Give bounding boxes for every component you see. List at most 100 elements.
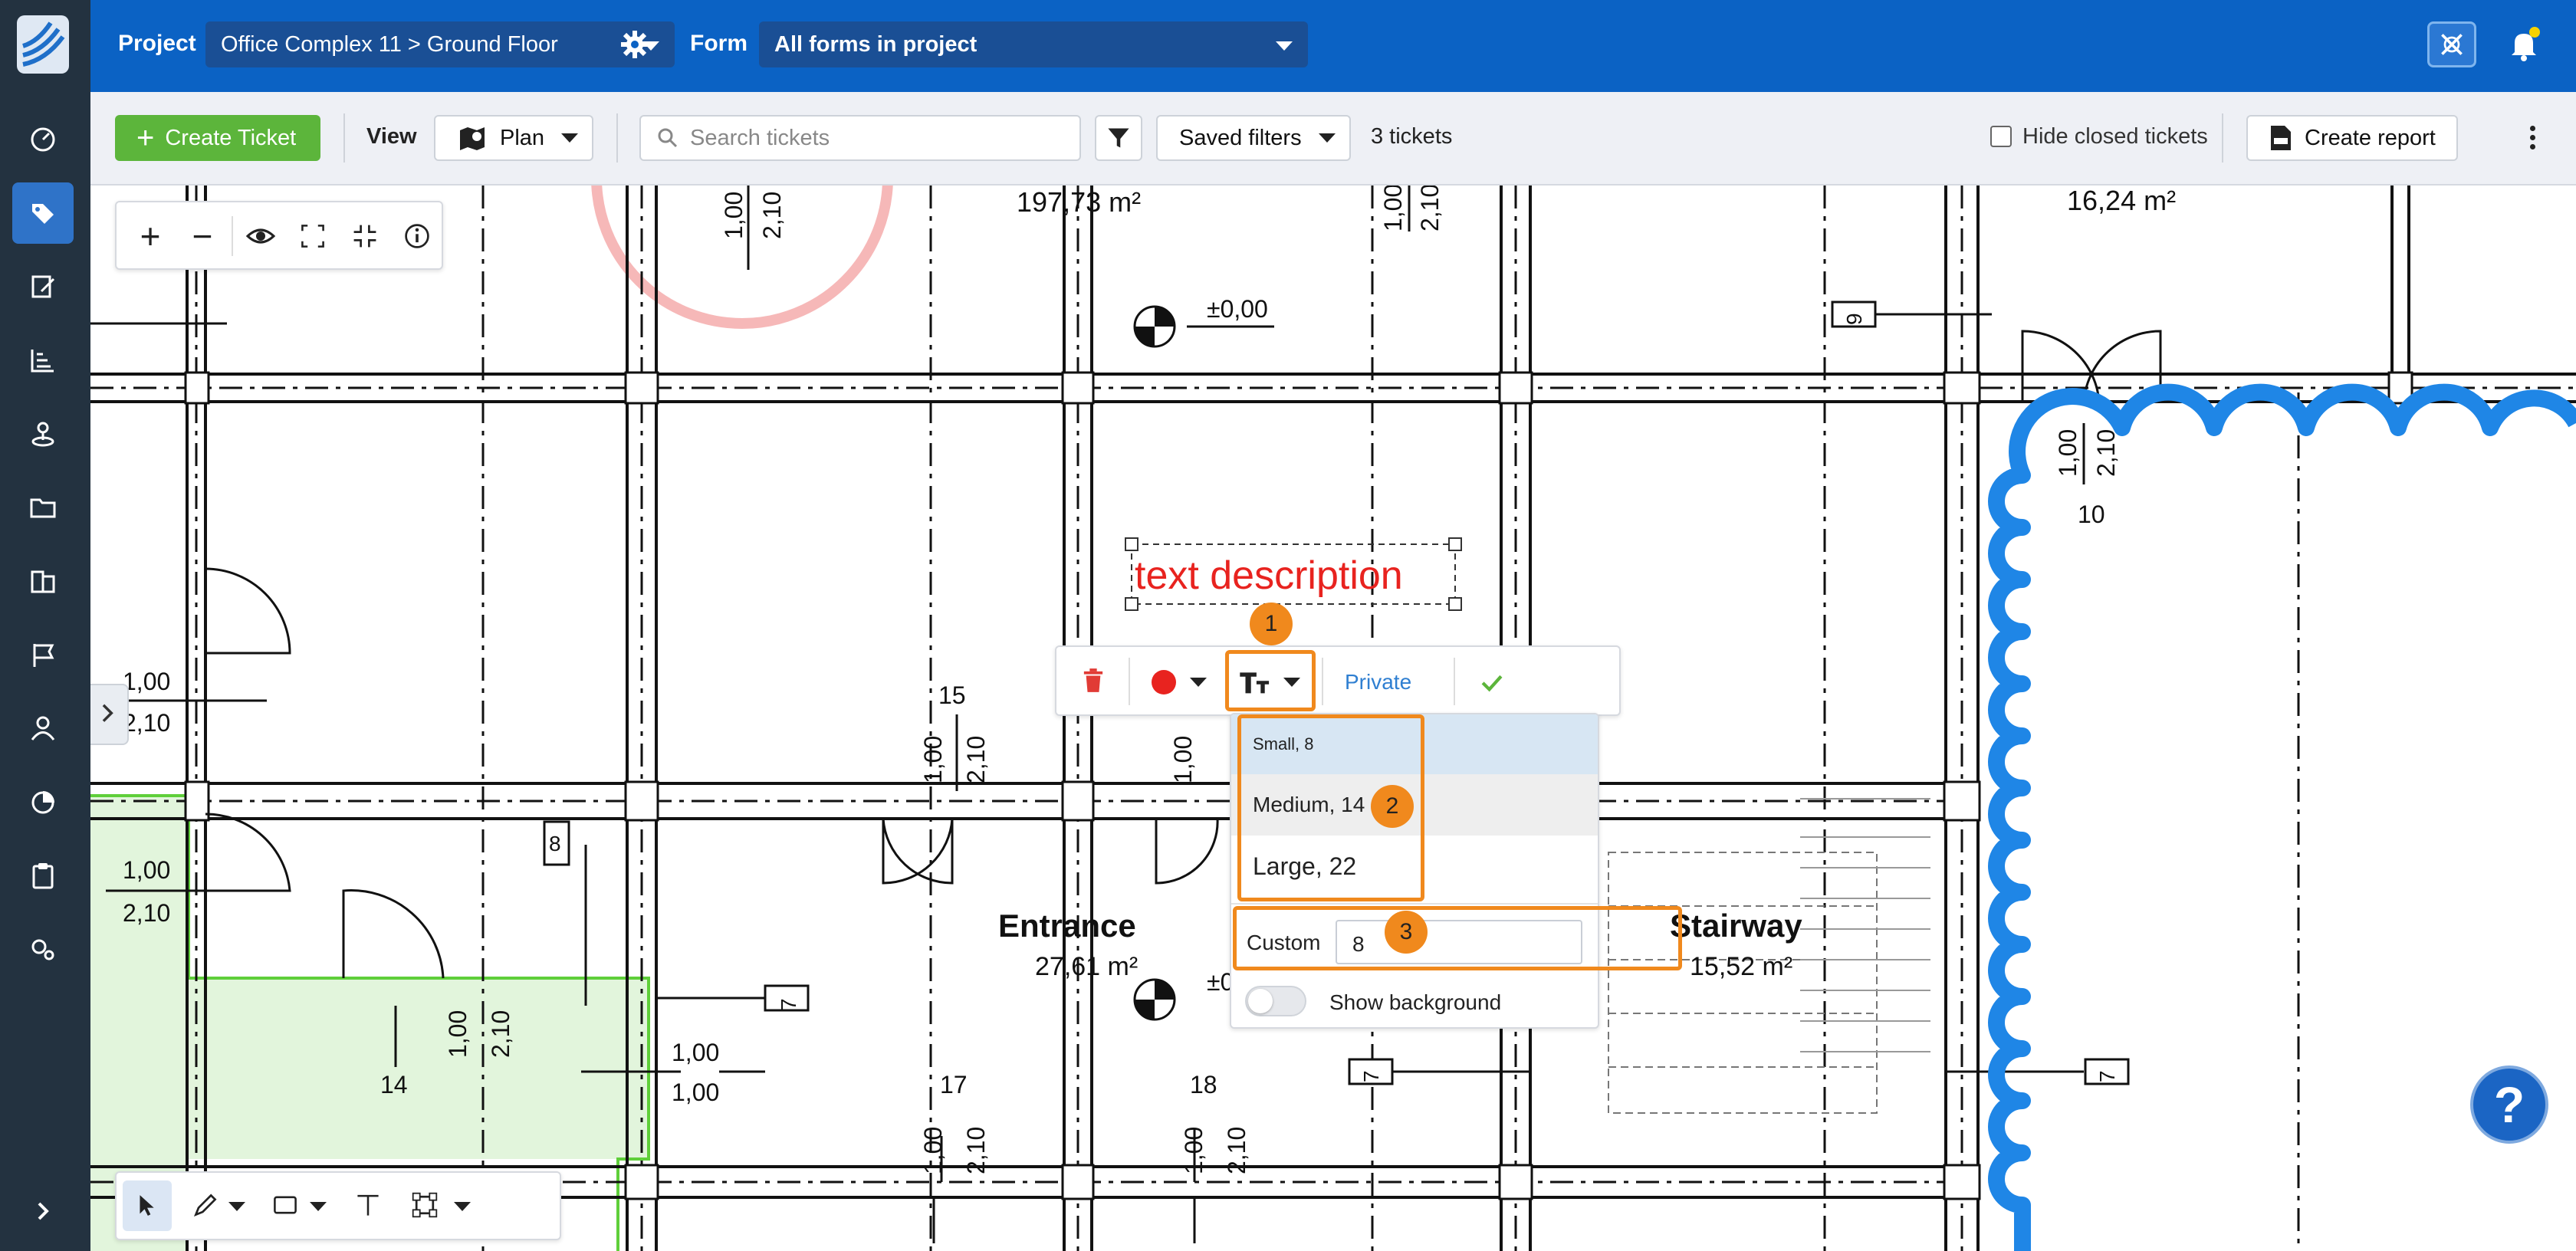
saved-filters-dropdown[interactable]: Saved filters — [1156, 115, 1351, 161]
fit-to-screen-icon[interactable] — [342, 213, 388, 259]
select-pointer-icon[interactable] — [123, 1180, 172, 1231]
notification-bell-icon[interactable] — [2505, 26, 2542, 63]
door-dim-height: 1,00 — [672, 1079, 719, 1106]
chevron-down-icon — [1190, 678, 1207, 687]
dashboard-icon[interactable] — [12, 109, 74, 170]
form-label: Form — [690, 31, 748, 56]
create-ticket-button[interactable]: + Create Ticket — [115, 115, 320, 161]
door-tag-7: 7 — [2095, 1070, 2119, 1082]
zoom-out-icon[interactable]: − — [179, 213, 225, 259]
callout-badge-1: 1 — [1250, 603, 1293, 645]
text-annotation[interactable]: text description — [1135, 553, 1403, 598]
analytics-pie-icon[interactable] — [12, 771, 74, 832]
door-dim-height: 2,10 — [1416, 186, 1444, 231]
fullscreen-icon[interactable] — [290, 213, 336, 259]
rectangle-shape-icon[interactable] — [262, 1182, 308, 1228]
door-dim-width: 1,00 — [720, 192, 748, 239]
confirm-check-icon[interactable] — [1469, 659, 1515, 705]
search-input[interactable]: Search tickets — [639, 115, 1081, 161]
door-dim-width: 1,00 — [1379, 186, 1407, 231]
app-logo-icon[interactable] — [15, 14, 71, 75]
tickets-tag-icon[interactable] — [12, 182, 74, 244]
room-area-entrance: 27,61 m² — [1035, 952, 1138, 981]
flag-icon[interactable] — [12, 624, 74, 685]
integration-icon[interactable] — [2427, 21, 2476, 67]
clipboard-icon[interactable] — [12, 845, 74, 906]
privacy-toggle[interactable]: Private — [1345, 670, 1411, 694]
location-pin-icon[interactable] — [12, 403, 74, 465]
chevron-down-icon — [1276, 41, 1293, 51]
transform-tool-icon[interactable] — [402, 1182, 448, 1228]
search-icon — [658, 128, 678, 148]
text-tool-icon[interactable] — [345, 1182, 391, 1228]
forms-edit-icon[interactable] — [12, 256, 74, 317]
filter-button[interactable] — [1095, 115, 1142, 161]
user-icon[interactable] — [12, 698, 74, 759]
create-report-button[interactable]: Create report — [2246, 115, 2458, 161]
search-placeholder: Search tickets — [690, 125, 830, 150]
level-label: ±0,00 — [1207, 295, 1268, 323]
room-number-10: 10 — [2078, 501, 2105, 528]
door-dim-height: 2,10 — [1223, 1127, 1250, 1174]
door-dim-width: 1,00 — [444, 1010, 472, 1058]
project-selector-value: Office Complex 11 > Ground Floor — [221, 31, 558, 57]
door-dim-height: 2,10 — [962, 1127, 990, 1174]
room-number-14: 14 — [380, 1071, 408, 1098]
chevron-down-icon[interactable] — [228, 1202, 245, 1211]
room-name-entrance: Entrance — [998, 908, 1136, 944]
area-label-top-right: 16,24 m² — [2067, 186, 2176, 216]
door-tag-7: 7 — [777, 998, 800, 1010]
buildings-icon[interactable] — [12, 550, 74, 612]
door-tag-7: 7 — [1359, 1070, 1383, 1082]
help-button[interactable]: ? — [2470, 1065, 2548, 1144]
chevron-down-icon[interactable] — [454, 1202, 471, 1211]
door-dim-height: 2,10 — [487, 1010, 514, 1058]
door-dim-width: 1,00 — [123, 856, 170, 884]
visibility-eye-icon[interactable] — [238, 213, 284, 259]
pen-draw-icon[interactable] — [182, 1182, 228, 1228]
door-dim-width: 1,00 — [919, 1127, 947, 1174]
view-controls-panel: + − — [115, 201, 443, 270]
header-bar: Project Office Complex 11 > Ground Floor… — [90, 0, 2576, 92]
map-icon — [460, 127, 485, 150]
project-selector[interactable]: Office Complex 11 > Ground Floor — [205, 21, 675, 67]
reports-chart-icon[interactable] — [12, 330, 74, 391]
area-label-top-left: 197,73 m² — [1017, 186, 1141, 218]
callout-badge-2: 2 — [1371, 785, 1414, 828]
saved-filters-label: Saved filters — [1179, 125, 1302, 150]
door-dim-width: 1,00 — [123, 668, 170, 695]
show-background-label: Show background — [1329, 990, 1502, 1014]
drawing-tools-panel — [115, 1171, 561, 1240]
form-selector[interactable]: All forms in project — [759, 21, 1308, 67]
expand-rail-chevron-icon[interactable] — [12, 1180, 74, 1242]
show-background-toggle[interactable] — [1245, 986, 1306, 1016]
door-dim-height: 2,10 — [123, 899, 170, 927]
settings-gears-icon[interactable] — [12, 918, 74, 980]
form-selector-value: All forms in project — [774, 31, 978, 57]
chevron-down-icon[interactable] — [310, 1202, 327, 1211]
folder-icon[interactable] — [12, 477, 74, 538]
side-panel-toggle[interactable] — [90, 684, 129, 745]
tickets-toolbar: + Create Ticket View Plan Search tickets… — [90, 92, 2576, 186]
callout-box-custom-size — [1233, 906, 1682, 970]
hide-closed-checkbox[interactable] — [1990, 126, 2012, 147]
zoom-in-icon[interactable]: + — [127, 213, 173, 259]
view-selector-value: Plan — [500, 125, 545, 150]
info-icon[interactable] — [394, 213, 440, 259]
room-number-15: 15 — [938, 681, 966, 709]
chevron-down-icon — [1318, 133, 1336, 143]
door-tag-9: 9 — [1842, 313, 1866, 325]
door-dim-width: 1,00 — [1180, 1127, 1208, 1174]
hide-closed-label: Hide closed tickets — [2022, 124, 2208, 149]
door-dim-height: 2,10 — [758, 192, 786, 239]
view-selector[interactable]: Plan — [434, 115, 593, 161]
project-label: Project — [118, 31, 196, 56]
door-dim-width: 1,00 — [919, 736, 947, 783]
more-options-icon[interactable] — [2521, 123, 2544, 153]
gear-icon[interactable] — [619, 29, 650, 60]
plan-canvas[interactable]: 197,73 m² 16,24 m² ±0,00 ±0 Entrance 27,… — [90, 186, 2576, 1251]
delete-trash-icon[interactable] — [1072, 659, 1115, 702]
filter-funnel-icon — [1108, 128, 1129, 148]
color-picker-dropdown[interactable] — [1139, 659, 1219, 704]
create-ticket-label: Create Ticket — [165, 125, 297, 150]
